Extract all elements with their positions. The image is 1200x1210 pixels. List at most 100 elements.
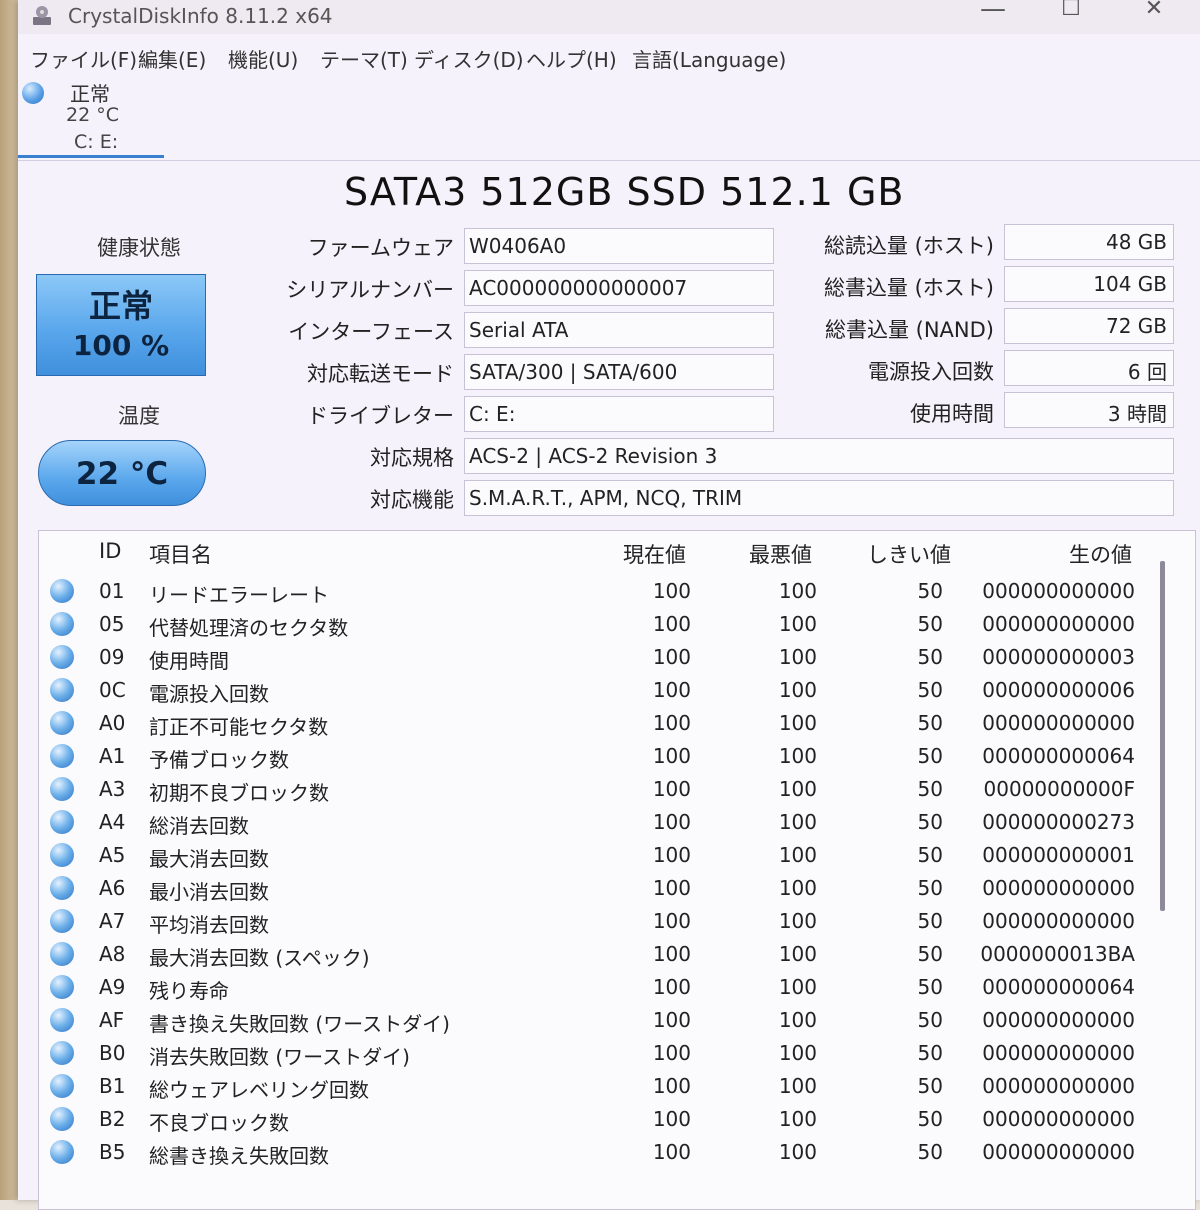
smart-row[interactable]: 05 代替処理済のセクタ数 100 100 50 000000000000 bbox=[39, 608, 1159, 641]
disk-tab[interactable]: 正常 22 °C C: E: bbox=[18, 78, 164, 158]
smart-row[interactable]: A0 訂正不可能セクタ数 100 100 50 000000000000 bbox=[39, 707, 1159, 740]
menu-file[interactable]: ファイル(F) bbox=[30, 44, 137, 73]
status-dot-icon bbox=[50, 1140, 74, 1164]
smart-row[interactable]: A9 残り寿命 100 100 50 000000000064 bbox=[39, 971, 1159, 1004]
host-writes-label: 総書込量 (ホスト) bbox=[823, 276, 994, 300]
menu-theme[interactable]: テーマ(T) bbox=[320, 44, 408, 73]
standard-label: 対応規格 bbox=[370, 446, 454, 470]
health-label: 健康状態 bbox=[97, 236, 181, 260]
smart-name: 総ウェアレベリング回数 bbox=[149, 1078, 369, 1102]
smart-raw: 000000000000 bbox=[982, 711, 1135, 735]
smart-row[interactable]: AF 書き換え失敗回数 (ワーストダイ) 100 100 50 000000000000 bbox=[39, 1004, 1159, 1037]
smart-row[interactable]: B1 総ウェアレベリング回数 100 100 50 000000000000 bbox=[39, 1070, 1159, 1103]
smart-name: 総消去回数 bbox=[149, 814, 249, 838]
smart-row[interactable]: A5 最大消去回数 100 100 50 000000000001 bbox=[39, 839, 1159, 872]
menu-help[interactable]: ヘルプ(H) bbox=[526, 44, 617, 73]
smart-current: 100 bbox=[652, 1074, 691, 1098]
smart-id: A4 bbox=[99, 810, 126, 834]
smart-row[interactable]: B2 不良ブロック数 100 100 50 000000000000 bbox=[39, 1103, 1159, 1136]
smart-worst: 100 bbox=[778, 777, 817, 801]
smart-threshold: 50 bbox=[917, 1107, 943, 1131]
status-dot-icon bbox=[50, 678, 74, 702]
host-reads-label: 総読込量 (ホスト) bbox=[823, 234, 994, 258]
smart-worst: 100 bbox=[778, 612, 817, 636]
col-header-raw[interactable]: 生の値 bbox=[1069, 539, 1132, 569]
smart-current: 100 bbox=[652, 645, 691, 669]
smart-name: 書き換え失敗回数 (ワーストダイ) bbox=[149, 1012, 450, 1036]
smart-raw: 000000000000 bbox=[982, 612, 1135, 636]
smart-threshold: 50 bbox=[917, 942, 943, 966]
smart-threshold: 50 bbox=[917, 975, 943, 999]
status-dot-icon bbox=[50, 975, 74, 999]
smart-worst: 100 bbox=[778, 1074, 817, 1098]
smart-row[interactable]: 0C 電源投入回数 100 100 50 000000000006 bbox=[39, 674, 1159, 707]
temperature-button[interactable]: 22 °C bbox=[38, 440, 206, 506]
col-header-current[interactable]: 現在値 bbox=[623, 539, 686, 569]
menu-language[interactable]: 言語(Language) bbox=[632, 44, 786, 73]
smart-row[interactable]: 01 リードエラーレート 100 100 50 000000000000 bbox=[39, 575, 1159, 608]
standard-field: ACS-2 | ACS-2 Revision 3 bbox=[464, 438, 1174, 474]
status-dot-icon bbox=[50, 843, 74, 867]
smart-name: 平均消去回数 bbox=[149, 913, 269, 937]
disk-tab-temp: 22 °C bbox=[66, 104, 119, 126]
smart-threshold: 50 bbox=[917, 645, 943, 669]
smart-worst: 100 bbox=[778, 744, 817, 768]
smart-row[interactable]: 09 使用時間 100 100 50 000000000003 bbox=[39, 641, 1159, 674]
smart-row[interactable]: A1 予備ブロック数 100 100 50 000000000064 bbox=[39, 740, 1159, 773]
smart-id: AF bbox=[99, 1008, 125, 1032]
smart-id: B2 bbox=[99, 1107, 126, 1131]
smart-worst: 100 bbox=[778, 1008, 817, 1032]
status-dot-icon bbox=[50, 942, 74, 966]
smart-id: A1 bbox=[99, 744, 126, 768]
smart-name: 消去失敗回数 (ワーストダイ) bbox=[149, 1045, 410, 1069]
smart-name: 電源投入回数 bbox=[149, 682, 269, 706]
smart-current: 100 bbox=[652, 975, 691, 999]
smart-name: 最大消去回数 bbox=[149, 847, 269, 871]
smart-name: 残り寿命 bbox=[149, 979, 229, 1003]
smart-id: B1 bbox=[99, 1074, 126, 1098]
smart-id: A0 bbox=[99, 711, 126, 735]
status-dot-icon bbox=[50, 777, 74, 801]
menu-edit[interactable]: 編集(E) bbox=[138, 44, 206, 73]
smart-id: B0 bbox=[99, 1041, 126, 1065]
smart-threshold: 50 bbox=[917, 909, 943, 933]
smart-row[interactable]: A7 平均消去回数 100 100 50 000000000000 bbox=[39, 905, 1159, 938]
smart-row[interactable]: B0 消去失敗回数 (ワーストダイ) 100 100 50 000000000000 bbox=[39, 1037, 1159, 1070]
smart-id: 01 bbox=[99, 579, 125, 603]
health-status-button[interactable]: 正常 100 % bbox=[36, 274, 206, 376]
nand-writes-field: 72 GB bbox=[1004, 308, 1174, 344]
smart-current: 100 bbox=[652, 942, 691, 966]
menu-function[interactable]: 機能(U) bbox=[228, 44, 298, 73]
smart-row[interactable]: B5 総書き換え失敗回数 100 100 50 000000000000 bbox=[39, 1136, 1159, 1169]
smart-name: 訂正不可能セクタ数 bbox=[149, 715, 329, 739]
power-on-count-field: 6 回 bbox=[1004, 350, 1174, 386]
smart-row[interactable]: A8 最大消去回数 (スペック) 100 100 50 0000000013BA bbox=[39, 938, 1159, 971]
smart-raw: 00000000000F bbox=[983, 777, 1135, 801]
smart-threshold: 50 bbox=[917, 810, 943, 834]
smart-threshold: 50 bbox=[917, 777, 943, 801]
title-bar[interactable]: CrystalDiskInfo 8.11.2 x64 — ☐ ✕ bbox=[18, 0, 1200, 34]
smart-id: 0C bbox=[99, 678, 126, 702]
smart-row[interactable]: A4 総消去回数 100 100 50 000000000273 bbox=[39, 806, 1159, 839]
table-scrollbar[interactable] bbox=[1160, 561, 1165, 911]
firmware-label: ファームウェア bbox=[307, 236, 454, 260]
smart-current: 100 bbox=[652, 612, 691, 636]
close-button[interactable]: ✕ bbox=[1134, 0, 1174, 21]
smart-name: 代替処理済のセクタ数 bbox=[149, 616, 349, 640]
smart-row[interactable]: A3 初期不良ブロック数 100 100 50 00000000000F bbox=[39, 773, 1159, 806]
smart-raw: 000000000000 bbox=[982, 876, 1135, 900]
serial-label: シリアルナンバー bbox=[286, 278, 454, 302]
menu-disk[interactable]: ディスク(D) bbox=[414, 44, 524, 73]
smart-id: A6 bbox=[99, 876, 126, 900]
smart-row[interactable]: A6 最小消去回数 100 100 50 000000000000 bbox=[39, 872, 1159, 905]
separator bbox=[18, 160, 1200, 161]
col-header-id[interactable]: ID bbox=[99, 539, 121, 563]
interface-label: インターフェース bbox=[288, 320, 454, 344]
disk-tab-drives: C: E: bbox=[74, 131, 119, 153]
window-title: CrystalDiskInfo 8.11.2 x64 bbox=[68, 4, 333, 28]
col-header-threshold[interactable]: しきい値 bbox=[867, 539, 951, 569]
maximize-button[interactable]: ☐ bbox=[1051, 0, 1091, 21]
col-header-worst[interactable]: 最悪値 bbox=[749, 539, 812, 569]
minimize-button[interactable]: — bbox=[973, 0, 1013, 24]
col-header-name[interactable]: 項目名 bbox=[149, 539, 212, 569]
